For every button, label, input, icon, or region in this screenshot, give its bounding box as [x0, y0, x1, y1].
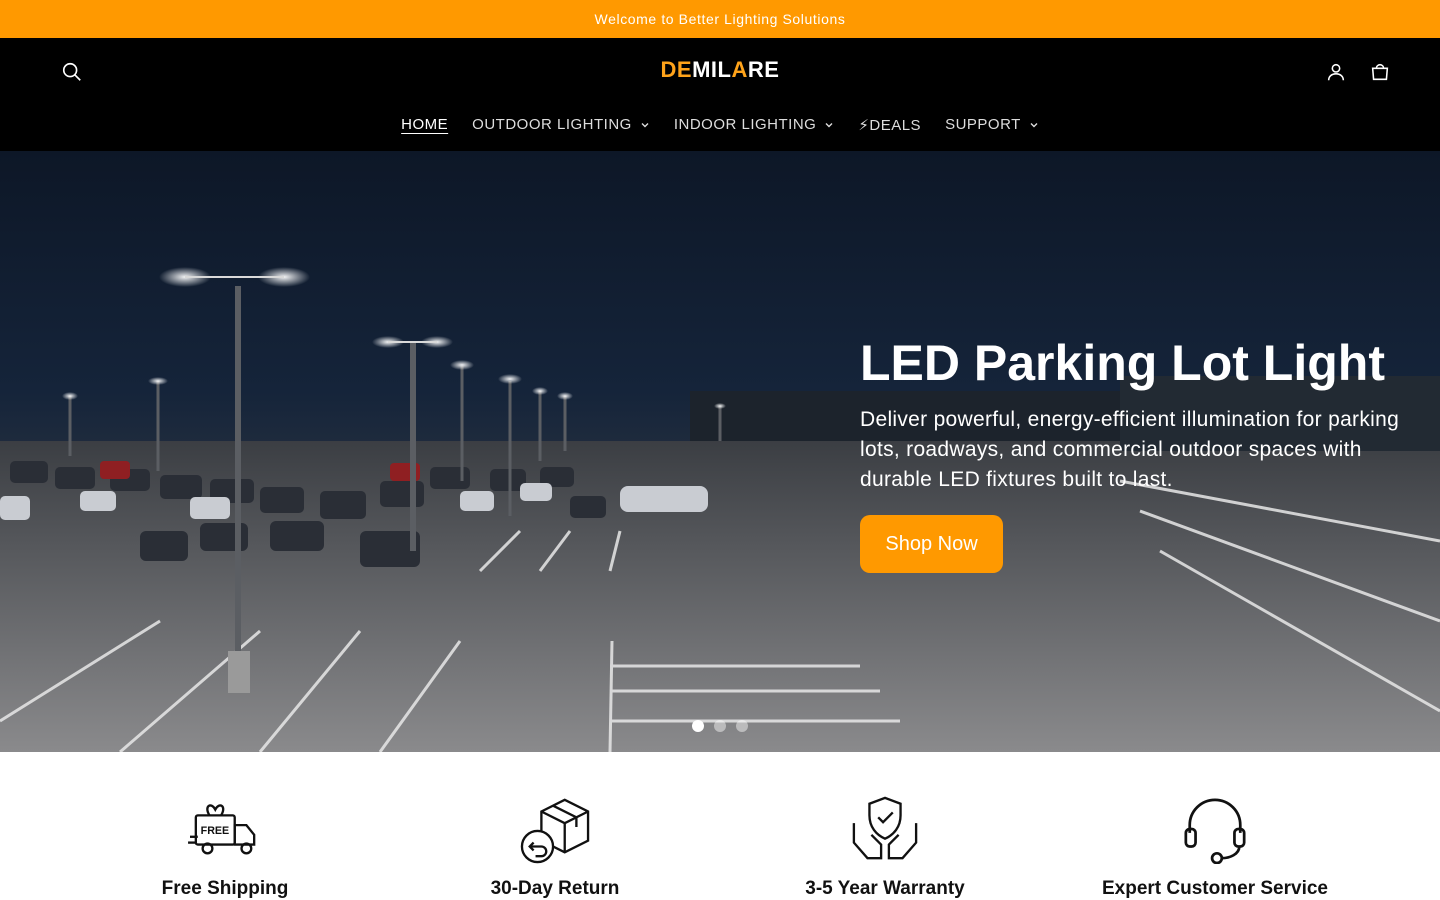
slide-indicators [692, 720, 748, 732]
logo-text-re: RE [747, 57, 780, 82]
feature-label: Expert Customer Service [1102, 878, 1328, 899]
feature-label: 3-5 Year Warranty [805, 878, 965, 899]
chevron-down-icon [825, 122, 833, 127]
nav-deals[interactable]: ⚡DEALS [846, 116, 933, 134]
headset-icon [1184, 798, 1246, 864]
shop-now-button[interactable]: Shop Now [860, 515, 1003, 573]
features-row: FREE Free Shipping 30-Day Return 3-5 Yea… [0, 752, 1440, 900]
search-icon [62, 62, 81, 81]
cart-button[interactable] [1360, 52, 1400, 92]
account-button[interactable] [1316, 52, 1356, 92]
feature-30-day-return: 30-Day Return [405, 752, 705, 900]
hero-slideshow: LED Parking Lot Light Deliver powerful, … [0, 151, 1440, 752]
nav-outdoor-lighting[interactable]: OUTDOOR LIGHTING [460, 116, 662, 133]
feature-warranty: 3-5 Year Warranty [735, 752, 1035, 900]
chevron-down-icon [641, 122, 649, 127]
nav-deals-label: ⚡DEALS [858, 116, 922, 134]
hero-subtitle: Deliver powerful, energy-efficient illum… [860, 408, 1400, 491]
logo-text-a: A [731, 57, 748, 82]
nav-support-label: SUPPORT [945, 116, 1021, 133]
logo-text-mil: MIL [692, 57, 732, 82]
cart-icon [1371, 63, 1389, 81]
feature-free-shipping: FREE Free Shipping [75, 752, 375, 900]
hero-content: LED Parking Lot Light Deliver powerful, … [860, 335, 1420, 573]
return-box-icon [520, 798, 590, 864]
brand-logo[interactable]: DE MIL A RE [660, 56, 780, 84]
feature-label: Free Shipping [161, 878, 289, 899]
nav-indoor-lighting[interactable]: INDOOR LIGHTING [662, 116, 847, 133]
warranty-shield-icon [852, 796, 918, 860]
site-header: DE MIL A RE HOME OUTDOOR LIGHTING INDOOR LI… [0, 38, 1440, 151]
free-shipping-truck-icon: FREE [188, 804, 256, 855]
header-top: DE MIL A RE [0, 38, 1440, 98]
slide-dot-3[interactable] [736, 720, 748, 732]
logo-text-de: DE [660, 57, 693, 82]
announcement-text: Welcome to Better Lighting Solutions [594, 11, 846, 27]
svg-text:FREE: FREE [201, 825, 230, 837]
feature-label: 30-Day Return [490, 878, 620, 899]
slide-dot-2[interactable] [714, 720, 726, 732]
nav-indoor-label: INDOOR LIGHTING [673, 116, 817, 133]
nav-support[interactable]: SUPPORT [933, 116, 1051, 133]
nav-home-label: HOME [401, 116, 449, 133]
feature-customer-service: Expert Customer Service [1065, 752, 1365, 900]
nav-outdoor-label: OUTDOOR LIGHTING [472, 116, 632, 133]
main-nav: HOME OUTDOOR LIGHTING INDOOR LIGHTING ⚡D… [0, 98, 1440, 151]
nav-home[interactable]: HOME [389, 116, 460, 133]
slide-dot-1[interactable] [692, 720, 704, 732]
chevron-down-icon [1030, 122, 1038, 127]
account-icon [1327, 63, 1345, 81]
hero-title: LED Parking Lot Light [860, 335, 1385, 391]
announcement-bar: Welcome to Better Lighting Solutions [0, 0, 1440, 38]
search-button[interactable] [52, 52, 92, 92]
